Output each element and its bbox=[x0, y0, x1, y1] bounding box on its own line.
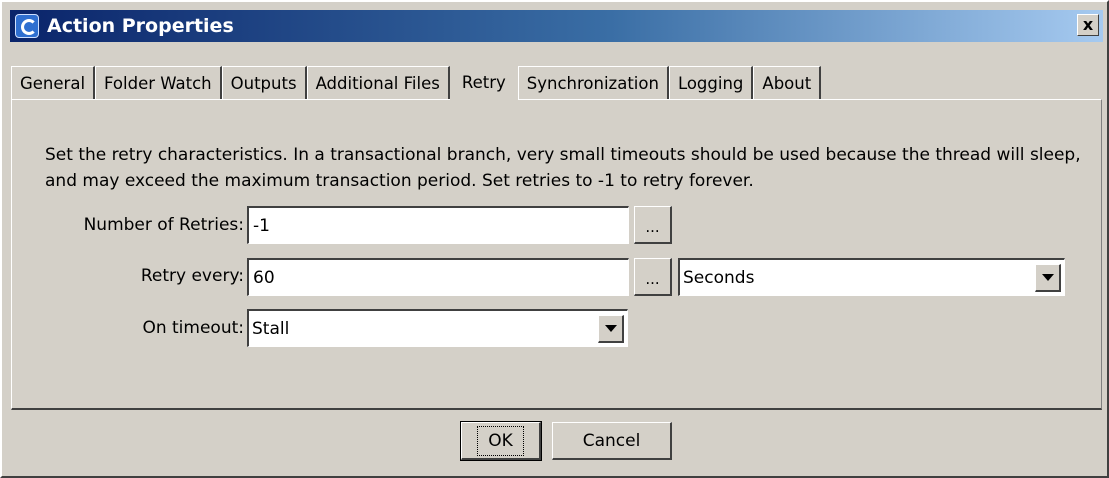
retry-unit-select[interactable]: Seconds bbox=[678, 258, 1065, 296]
tab-folder-watch[interactable]: Folder Watch bbox=[95, 66, 222, 99]
tab-additional-files[interactable]: Additional Files bbox=[306, 66, 450, 99]
on-timeout-dropdown-button[interactable] bbox=[598, 314, 624, 343]
retry-every-input[interactable] bbox=[247, 258, 629, 296]
tab-about[interactable]: About bbox=[753, 66, 822, 99]
app-icon bbox=[15, 14, 39, 38]
num-retries-label: Number of Retries: bbox=[83, 215, 244, 235]
retry-unit-value: Seconds bbox=[683, 267, 755, 288]
on-timeout-value: Stall bbox=[252, 318, 290, 339]
retry-unit-dropdown-button[interactable] bbox=[1035, 263, 1061, 292]
window-title: Action Properties bbox=[47, 15, 234, 37]
tab-retry[interactable]: Retry bbox=[449, 64, 518, 101]
action-properties-dialog: Action Properties x General Folder Watch… bbox=[0, 0, 1109, 478]
chevron-down-icon bbox=[1041, 273, 1054, 281]
num-retries-input[interactable] bbox=[247, 206, 629, 244]
tab-logging[interactable]: Logging bbox=[668, 66, 754, 99]
chevron-down-icon bbox=[604, 324, 617, 332]
cancel-button[interactable]: Cancel bbox=[552, 422, 672, 460]
ok-button-label: OK bbox=[477, 425, 524, 456]
on-timeout-select[interactable]: Stall bbox=[247, 309, 628, 347]
close-icon: x bbox=[1082, 15, 1094, 34]
on-timeout-label: On timeout: bbox=[142, 318, 244, 338]
ok-button[interactable]: OK bbox=[460, 421, 542, 461]
tab-general[interactable]: General bbox=[11, 66, 96, 99]
retry-every-label: Retry every: bbox=[140, 266, 244, 286]
retry-every-ellipsis-button[interactable]: ... bbox=[634, 258, 672, 296]
ellipsis-icon: ... bbox=[645, 218, 660, 236]
tab-outputs[interactable]: Outputs bbox=[221, 66, 307, 99]
tab-synchronization[interactable]: Synchronization bbox=[517, 66, 669, 99]
tab-bar: General Folder Watch Outputs Additional … bbox=[11, 62, 822, 101]
title-bar[interactable]: Action Properties x bbox=[10, 10, 1103, 42]
num-retries-ellipsis-button[interactable]: ... bbox=[634, 206, 672, 244]
retry-description: Set the retry characteristics. In a tran… bbox=[45, 145, 1081, 191]
ellipsis-icon: ... bbox=[645, 270, 660, 288]
close-button[interactable]: x bbox=[1077, 14, 1099, 36]
